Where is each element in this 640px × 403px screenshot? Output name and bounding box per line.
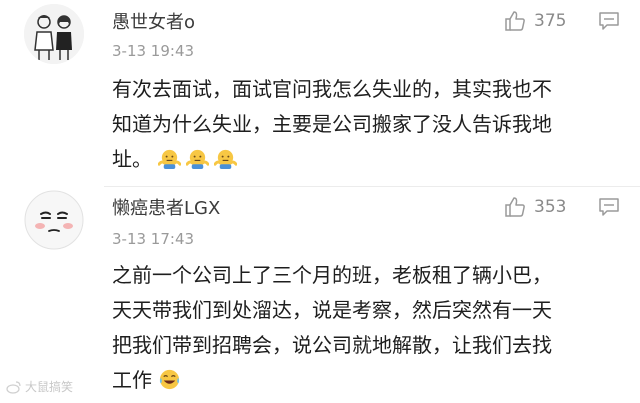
comment-line: 址。 xyxy=(112,142,632,177)
like-button[interactable]: 353 xyxy=(504,194,566,220)
comment-icon xyxy=(599,12,619,30)
comment-line: 之前一个公司上了三个月的班，老板租了辆小巴， xyxy=(112,263,552,287)
reply-button[interactable] xyxy=(598,196,620,218)
avatar[interactable] xyxy=(24,4,84,64)
timestamp: 3-13 17:43 xyxy=(112,230,195,248)
comment-item: 愚世女者o 3-13 19:43 375 有次去面试，面试官问我怎么失业的，其实… xyxy=(0,0,640,190)
username[interactable]: 懒癌患者LGX xyxy=(112,194,220,220)
like-count: 375 xyxy=(534,11,567,31)
comment-line: 有次去面试，面试官问我怎么失业的，其实我也不 xyxy=(112,77,552,101)
comment-line: 天天带我们到处溜达，说是考察，然后突然有一天 xyxy=(112,298,552,322)
shrug-emoji-icon xyxy=(158,149,181,170)
comment-list: 愚世女者o 3-13 19:43 375 有次去面试，面试官问我怎么失业的，其实… xyxy=(0,0,640,403)
like-button[interactable]: 375 xyxy=(504,8,566,34)
weibo-logo-icon xyxy=(6,380,21,394)
watermark-text: 大鼠搞笑 xyxy=(25,380,74,394)
comment-line: 把我们带到招聘会，说公司就地解散，让我们去找 xyxy=(112,333,552,357)
thumbs-up-icon xyxy=(505,197,525,217)
comment-line: 工作 xyxy=(112,363,632,398)
thumbs-up-icon xyxy=(505,11,525,31)
comment-icon xyxy=(599,198,619,216)
comment-text: 有次去面试，面试官问我怎么失业的，其实我也不 知道为什么失业，主要是公司搬家了没… xyxy=(112,72,632,177)
comment-line: 知道为什么失业，主要是公司搬家了没人告诉我地 xyxy=(112,112,552,136)
comment-line-text: 址。 xyxy=(112,147,152,171)
reply-button[interactable] xyxy=(598,10,620,32)
timestamp: 3-13 19:43 xyxy=(112,42,195,60)
comment-item: 懒癌患者LGX 3-13 17:43 353 之前一个公司上了三个月的班，老板租… xyxy=(0,190,640,403)
laugh-cry-emoji-icon xyxy=(159,369,180,390)
comment-text: 之前一个公司上了三个月的班，老板租了辆小巴， 天天带我们到处溜达，说是考察，然后… xyxy=(112,258,632,398)
divider xyxy=(104,186,640,187)
like-count: 353 xyxy=(534,197,567,217)
shrug-emoji-icon xyxy=(186,149,209,170)
comment-line-text: 工作 xyxy=(112,368,152,392)
avatar[interactable] xyxy=(24,190,84,250)
shrug-emoji-icon xyxy=(214,149,237,170)
watermark: 大鼠搞笑 xyxy=(6,378,73,395)
username[interactable]: 愚世女者o xyxy=(112,8,195,34)
